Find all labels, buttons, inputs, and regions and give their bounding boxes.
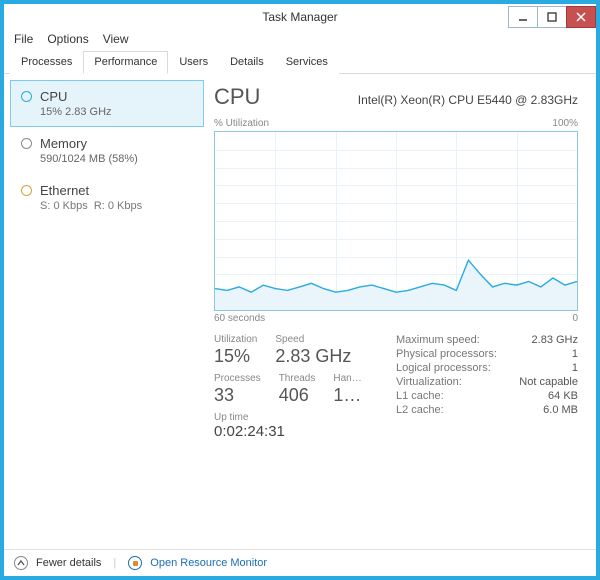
processes-label: Processes (214, 373, 261, 384)
tab-services[interactable]: Services (275, 51, 339, 74)
handles-value: 1… (333, 385, 361, 406)
tab-details[interactable]: Details (219, 51, 275, 74)
tab-processes[interactable]: Processes (10, 51, 83, 74)
uptime-value: 0:02:24:31 (214, 423, 374, 440)
performance-sidebar: CPU 15% 2.83 GHz Memory 590/1024 MB (58%… (4, 74, 204, 534)
detail-title: CPU (214, 84, 260, 110)
uptime-label: Up time (214, 412, 374, 423)
fewer-details-button[interactable]: Fewer details (36, 557, 101, 569)
handles-label: Han… (333, 373, 361, 384)
l1-value: 64 KB (548, 390, 578, 402)
threads-value: 406 (279, 385, 316, 406)
ethernet-icon (21, 185, 32, 196)
utilization-value: 15% (214, 346, 257, 367)
sidebar-item-ethernet[interactable]: Ethernet S: 0 Kbps R: 0 Kbps (10, 174, 204, 221)
utilization-label: Utilization (214, 334, 257, 345)
phys-proc-value: 1 (572, 348, 578, 360)
tab-strip: Processes Performance Users Details Serv… (4, 50, 596, 74)
memory-icon (21, 138, 32, 149)
menu-view[interactable]: View (103, 32, 129, 46)
tab-performance[interactable]: Performance (83, 51, 168, 74)
utilization-chart (214, 131, 578, 311)
sidebar-ethernet-title: Ethernet (40, 183, 89, 198)
chevron-up-icon[interactable] (14, 556, 28, 570)
title-bar: Task Manager (4, 4, 596, 30)
chart-xmin: 0 (572, 313, 578, 324)
log-proc-label: Logical processors: (396, 362, 491, 374)
footer-bar: Fewer details | Open Resource Monitor (4, 549, 596, 576)
max-speed-label: Maximum speed: (396, 334, 480, 346)
log-proc-value: 1 (572, 362, 578, 374)
sidebar-cpu-title: CPU (40, 89, 67, 104)
tab-users[interactable]: Users (168, 51, 219, 74)
sidebar-memory-sub: 590/1024 MB (58%) (40, 153, 193, 165)
sidebar-cpu-sub: 15% 2.83 GHz (40, 106, 193, 118)
speed-value: 2.83 GHz (275, 346, 351, 367)
chart-ymax: 100% (552, 118, 578, 129)
processes-value: 33 (214, 385, 261, 406)
sidebar-ethernet-sub: S: 0 Kbps R: 0 Kbps (40, 200, 193, 212)
sidebar-item-memory[interactable]: Memory 590/1024 MB (58%) (10, 127, 204, 174)
menu-file[interactable]: File (14, 32, 33, 46)
detail-panel: CPU Intel(R) Xeon(R) CPU E5440 @ 2.83GHz… (204, 74, 596, 534)
menu-options[interactable]: Options (47, 32, 88, 46)
l2-label: L2 cache: (396, 404, 444, 416)
threads-label: Threads (279, 373, 316, 384)
maximize-button[interactable] (537, 6, 567, 28)
speed-label: Speed (275, 334, 351, 345)
chart-ylabel: % Utilization (214, 118, 269, 129)
open-resource-monitor-link[interactable]: Open Resource Monitor (150, 557, 267, 569)
sidebar-memory-title: Memory (40, 136, 87, 151)
max-speed-value: 2.83 GHz (532, 334, 578, 346)
close-button[interactable] (566, 6, 596, 28)
sidebar-item-cpu[interactable]: CPU 15% 2.83 GHz (10, 80, 204, 127)
menu-bar: File Options View (4, 30, 596, 50)
cpu-model: Intel(R) Xeon(R) CPU E5440 @ 2.83GHz (274, 93, 578, 107)
chart-xmax: 60 seconds (214, 313, 265, 324)
phys-proc-label: Physical processors: (396, 348, 497, 360)
minimize-button[interactable] (508, 6, 538, 28)
virt-label: Virtualization: (396, 376, 462, 388)
cpu-icon (21, 91, 32, 102)
l2-value: 6.0 MB (543, 404, 578, 416)
resource-monitor-icon (128, 556, 142, 570)
l1-label: L1 cache: (396, 390, 444, 402)
virt-value: Not capable (519, 376, 578, 388)
